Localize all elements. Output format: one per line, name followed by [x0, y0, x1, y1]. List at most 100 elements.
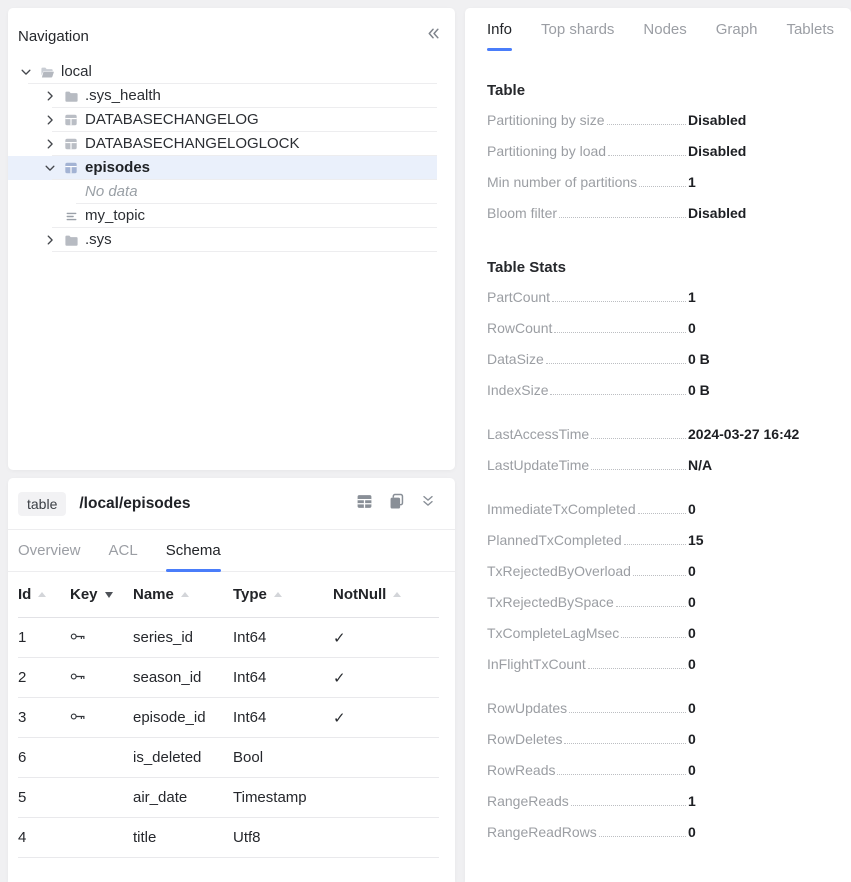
copy-path-button[interactable] — [383, 491, 409, 517]
info-value: 0 — [688, 700, 696, 716]
tab-label: Schema — [166, 542, 221, 559]
info-row: Partitioning by size Disabled — [487, 103, 851, 134]
copy-icon — [388, 493, 405, 515]
tab-label: Top shards — [541, 21, 614, 38]
info-row: LastUpdateTime N/A — [487, 448, 851, 479]
info-value: 0 — [688, 320, 696, 336]
info-row: InFlightTxCount 0 — [487, 647, 851, 678]
chevron-down-icon[interactable] — [42, 160, 58, 176]
info-row: TxRejectedBySpace 0 — [487, 585, 851, 616]
column-header-notnull[interactable]: NotNull — [333, 586, 439, 603]
dotted-leader — [591, 469, 686, 470]
tree-item-my-topic[interactable]: my_topic — [8, 204, 437, 228]
cell-type: Int64 — [233, 629, 333, 646]
column-header-id[interactable]: Id — [18, 586, 70, 603]
cell-key — [70, 709, 133, 726]
sort-hint-icon — [274, 592, 282, 597]
dotted-leader — [588, 668, 686, 669]
info-value: 0 B — [688, 382, 710, 398]
info-label: LastAccessTime — [487, 426, 589, 442]
column-header-type[interactable]: Type — [233, 586, 333, 603]
table-blue-icon — [63, 160, 79, 176]
double-chevron-down-icon — [420, 493, 436, 514]
info-value: Disabled — [688, 143, 746, 159]
schema-row: 5air_dateTimestamp — [18, 778, 439, 818]
info-label: RowReads — [487, 762, 555, 778]
topic-icon — [63, 208, 79, 224]
info-panel: InfoTop shardsNodesGraphTablets Table Pa… — [465, 8, 851, 882]
info-label: RangeReads — [487, 793, 569, 809]
column-header-key[interactable]: Key — [70, 586, 133, 603]
tree-item--sys-health[interactable]: .sys_health — [8, 84, 437, 108]
cell-notnull: ✓ — [333, 669, 439, 687]
info-label: TxRejectedBySpace — [487, 594, 614, 610]
cell-type: Int64 — [233, 709, 333, 726]
info-row: Partitioning by load Disabled — [487, 134, 851, 165]
tree-item-label: DATABASECHANGELOG — [85, 108, 259, 132]
cell-id: 1 — [18, 629, 70, 646]
info-label: RowDeletes — [487, 731, 562, 747]
chevron-right-icon[interactable] — [42, 136, 58, 152]
dotted-leader — [624, 544, 686, 545]
open-preview-button[interactable] — [351, 491, 377, 517]
info-value: 15 — [688, 532, 704, 548]
info-value: Disabled — [688, 112, 746, 128]
tab-label: Info — [487, 21, 512, 38]
info-label: Partitioning by size — [487, 112, 605, 128]
table-icon — [63, 112, 79, 128]
chevron-right-icon[interactable] — [42, 232, 58, 248]
info-label: DataSize — [487, 351, 544, 367]
info-row: IndexSize 0 B — [487, 373, 851, 404]
tab-overview[interactable]: Overview — [18, 530, 81, 571]
tab-tablets[interactable]: Tablets — [786, 8, 834, 50]
tree-item-databasechangelog[interactable]: DATABASECHANGELOG — [8, 108, 437, 132]
sort-hint-icon — [393, 592, 401, 597]
info-row: LastAccessTime 2024-03-27 16:42 — [487, 417, 851, 448]
info-row: Bloom filter Disabled — [487, 196, 851, 227]
tab-info[interactable]: Info — [487, 8, 512, 50]
tree-item-databasechangeloglock[interactable]: DATABASECHANGELOGLOCK — [8, 132, 437, 156]
tree-item-label: .sys — [85, 228, 112, 252]
sort-desc-icon — [105, 592, 113, 598]
dotted-leader — [608, 155, 686, 156]
info-label: PlannedTxCompleted — [487, 532, 622, 548]
tree-item-local[interactable]: local — [8, 60, 437, 84]
schema-row: 4titleUtf8 — [18, 818, 439, 858]
tab-nodes[interactable]: Nodes — [643, 8, 686, 50]
chevron-right-icon[interactable] — [42, 112, 58, 128]
info-row: DataSize 0 B — [487, 342, 851, 373]
tree-item-label: local — [61, 60, 92, 84]
info-label: PartCount — [487, 289, 550, 305]
collapse-summary-button[interactable] — [415, 491, 441, 517]
entity-path: /local/episodes — [79, 495, 190, 513]
tab-acl[interactable]: ACL — [109, 530, 138, 571]
tree-item-label: my_topic — [85, 204, 145, 228]
tree-item--sys[interactable]: .sys — [8, 228, 437, 252]
info-value: 0 — [688, 731, 696, 747]
tab-top-shards[interactable]: Top shards — [541, 8, 614, 50]
tab-schema[interactable]: Schema — [166, 530, 221, 571]
section-title: Table Stats — [487, 259, 851, 276]
info-value: N/A — [688, 457, 712, 473]
chevron-down-icon[interactable] — [18, 64, 34, 80]
cell-name: is_deleted — [133, 749, 233, 766]
chevron-right-icon[interactable] — [42, 88, 58, 104]
entity-type-badge: table — [18, 492, 66, 516]
column-header-name[interactable]: Name — [133, 586, 233, 603]
cell-id: 6 — [18, 749, 70, 766]
folder-icon — [63, 88, 79, 104]
info-row: PlannedTxCompleted 15 — [487, 523, 851, 554]
navigation-header: Navigation — [8, 8, 455, 60]
info-row: ImmediateTxCompleted 0 — [487, 492, 851, 523]
cell-id: 3 — [18, 709, 70, 726]
tab-label: Tablets — [786, 21, 834, 38]
info-label: TxCompleteLagMsec — [487, 625, 619, 641]
collapse-panel-button[interactable] — [423, 26, 443, 46]
info-group: RowUpdates 0 RowDeletes 0 RowReads 0 Ran… — [487, 691, 851, 846]
info-value: 0 — [688, 762, 696, 778]
tree-item-episodes[interactable]: episodes — [8, 156, 437, 180]
schema-row: 2season_idInt64✓ — [18, 658, 439, 698]
info-group: Partitioning by size Disabled Partitioni… — [487, 103, 851, 227]
tab-graph[interactable]: Graph — [716, 8, 758, 50]
key-icon — [70, 709, 86, 726]
